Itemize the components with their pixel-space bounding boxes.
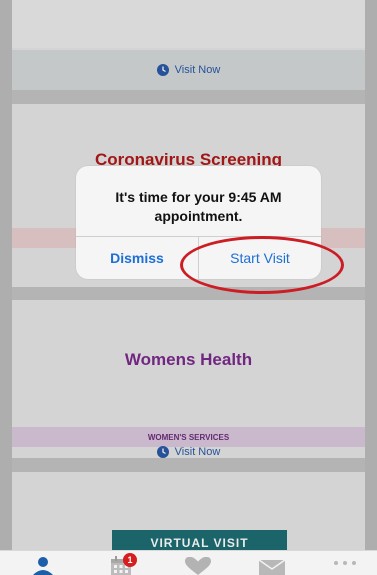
notification-badge: 1 bbox=[123, 553, 137, 567]
heart-icon bbox=[185, 557, 211, 575]
person-icon bbox=[33, 557, 53, 575]
highlight-circle bbox=[180, 236, 344, 294]
tab-appointments[interactable]: 1 bbox=[100, 551, 142, 575]
tab-profile[interactable] bbox=[25, 551, 61, 575]
more-icon bbox=[334, 561, 356, 565]
tab-bar: 1 bbox=[0, 550, 377, 575]
tab-more[interactable] bbox=[330, 551, 360, 575]
tab-messages[interactable] bbox=[257, 551, 287, 575]
mail-icon bbox=[259, 559, 285, 575]
tab-health[interactable] bbox=[183, 551, 213, 575]
alert-dim-overlay bbox=[0, 0, 377, 575]
dismiss-button[interactable]: Dismiss bbox=[76, 237, 198, 279]
alert-message: It's time for your 9:45 AM appointment. bbox=[115, 189, 282, 224]
